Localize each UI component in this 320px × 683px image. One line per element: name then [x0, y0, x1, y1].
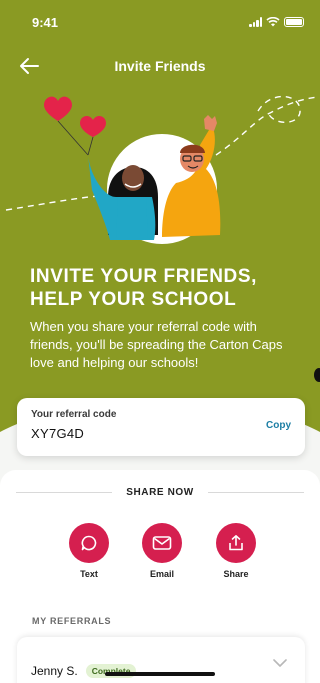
- referral-code-card: Your referral code XY7G4D Copy: [17, 398, 305, 456]
- bottom-panel: SHARE NOW Text Email Share MY REFERRALS …: [0, 470, 320, 683]
- hero-title-line-1: INVITE YOUR FRIENDS,: [30, 266, 258, 287]
- battery-icon: [284, 17, 304, 27]
- status-icons: [249, 17, 304, 27]
- share-email-label: Email: [149, 569, 174, 579]
- status-bar: 9:41: [0, 0, 320, 44]
- referral-name: Jenny S.: [31, 664, 78, 678]
- share-text-button[interactable]: Text: [59, 523, 119, 579]
- referral-code-value: XY7G4D: [31, 426, 85, 441]
- share-text-label: Text: [80, 569, 98, 579]
- share-email-button[interactable]: Email: [132, 523, 192, 579]
- share-icon: [229, 535, 243, 551]
- share-more-label: Share: [223, 569, 249, 579]
- invite-friends-screen: 9:41 Invite Friends INVITE YOUR FRIENDS,…: [0, 0, 320, 683]
- hero-description: When you share your referral code with f…: [30, 319, 283, 370]
- hero-title: INVITE YOUR FRIENDS, HELP YOUR SCHOOL: [30, 265, 290, 311]
- share-more-button[interactable]: Share: [206, 523, 266, 579]
- referral-code-label: Your referral code: [31, 409, 117, 420]
- envelope-icon: [152, 536, 172, 550]
- my-referrals-heading: MY REFERRALS: [32, 616, 112, 626]
- back-arrow-icon[interactable]: [18, 56, 40, 76]
- hero-title-line-2: HELP YOUR SCHOOL: [30, 289, 237, 310]
- signal-icon: [249, 17, 262, 27]
- share-actions: Text Email Share: [0, 523, 320, 583]
- chat-bubble-icon: [81, 535, 97, 551]
- chevron-down-icon[interactable]: [273, 659, 287, 667]
- nav-bar: Invite Friends: [0, 52, 320, 80]
- share-divider: SHARE NOW: [16, 486, 304, 498]
- referral-list-item[interactable]: Jenny S. Complete: [17, 637, 305, 683]
- status-time: 9:41: [32, 14, 59, 30]
- copy-button[interactable]: Copy: [266, 420, 291, 431]
- page-title: Invite Friends: [114, 58, 206, 74]
- friends-illustration: [5, 95, 319, 244]
- share-now-heading: SHARE NOW: [126, 486, 194, 498]
- wifi-icon: [266, 17, 280, 27]
- home-indicator[interactable]: [105, 672, 215, 676]
- side-indicator: [314, 368, 320, 382]
